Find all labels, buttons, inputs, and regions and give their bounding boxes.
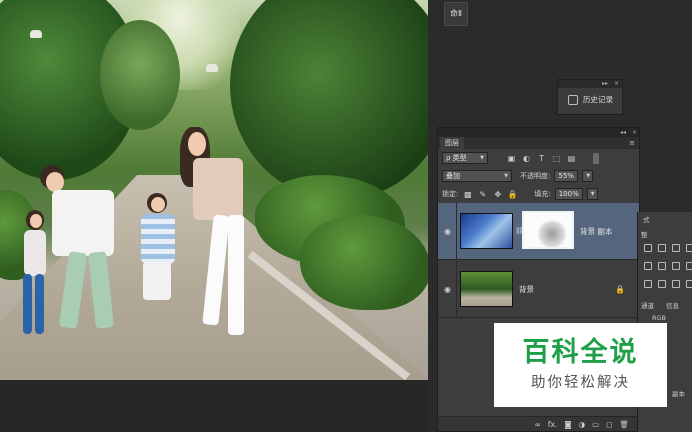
history-panel: ▸▸ × 历史记录 bbox=[557, 79, 623, 115]
hue-icon[interactable] bbox=[658, 262, 666, 270]
history-icon bbox=[568, 94, 578, 105]
tab-styles[interactable]: 式 bbox=[643, 214, 650, 224]
layers-panel-header: ◂◂ × bbox=[438, 128, 639, 137]
layer-name[interactable]: 背景 副本 bbox=[580, 226, 612, 237]
shape-filter-icon[interactable]: ⬚ bbox=[551, 153, 562, 164]
lock-position-icon[interactable]: ✥ bbox=[492, 189, 503, 200]
blend-row: 叠加 ▼ 不透明度: 55% ▼ bbox=[438, 167, 639, 185]
lock-icon: 🔒 bbox=[615, 285, 625, 294]
vibrance-icon[interactable] bbox=[644, 262, 652, 270]
history-label: 历史记录 bbox=[583, 95, 613, 104]
history-panel-header: ▸▸ × bbox=[558, 80, 622, 88]
close-icon[interactable]: × bbox=[614, 80, 619, 88]
layer-row-background[interactable]: ◉ 背景 🔒 bbox=[438, 261, 639, 318]
layers-tab-row: 图层 ≡ bbox=[438, 137, 639, 149]
tab-adjustments[interactable]: 整 bbox=[641, 229, 648, 239]
watermark-logo: 百科全说 助你轻松解决 bbox=[494, 323, 667, 407]
lock-label: 锁定: bbox=[442, 190, 459, 198]
trash-icon[interactable]: 🗑 bbox=[619, 420, 629, 429]
layers-footer: ∞ fx. ◙ ◑ ▭ ◻ 🗑 bbox=[438, 416, 639, 431]
hedge-2 bbox=[300, 215, 428, 310]
color-balance-icon[interactable] bbox=[672, 262, 680, 270]
layer-row-background-copy[interactable]: ◉ ⛓ 背景 副本 bbox=[438, 203, 639, 260]
fill-label: 填充: bbox=[534, 190, 551, 198]
image-filter-icon[interactable]: ▣ bbox=[506, 153, 517, 164]
group-folder-icon[interactable]: ▭ bbox=[592, 420, 599, 429]
levels-icon[interactable] bbox=[658, 244, 666, 252]
threshold-icon[interactable] bbox=[672, 280, 680, 288]
lock-row: 锁定: ▩ ✎ ✥ 🔒 填充: 100% ▼ bbox=[438, 185, 639, 203]
layer-divider bbox=[456, 203, 457, 260]
workspace-bottom bbox=[0, 380, 428, 432]
blend-mode-select[interactable]: 叠加 ▼ bbox=[442, 170, 512, 182]
layer-divider bbox=[456, 261, 457, 318]
fx-icon[interactable]: fx. bbox=[548, 420, 557, 429]
tree-right bbox=[230, 0, 428, 200]
opacity-input[interactable]: 55% bbox=[554, 170, 579, 182]
add-mask-icon[interactable]: ◙ bbox=[564, 420, 571, 429]
layer-thumbnail bbox=[460, 271, 513, 307]
brightness-icon[interactable] bbox=[644, 244, 652, 252]
photoshop-window: 命Ⅱ ▸▸ × 历史记录 ◂◂ × 图层 ≡ ρ 类型 ▼ ▣ ◐ T ⬚ ▤ … bbox=[0, 0, 692, 432]
link-layers-icon[interactable]: ∞ bbox=[535, 420, 541, 429]
opacity-slider-toggle[interactable]: ▼ bbox=[582, 170, 594, 182]
adjustment-filter-icon[interactable]: ◐ bbox=[521, 153, 532, 164]
layer-mask-thumbnail[interactable] bbox=[522, 211, 574, 249]
black-white-icon[interactable] bbox=[686, 262, 692, 270]
gradient-map-icon[interactable] bbox=[686, 280, 692, 288]
blend-mode-value: 叠加 bbox=[446, 172, 460, 180]
curves-icon[interactable] bbox=[672, 244, 680, 252]
filter-kind-label: ρ 类型 bbox=[446, 154, 467, 162]
street-lamp bbox=[206, 64, 218, 72]
layer-name[interactable]: 背景 bbox=[519, 284, 534, 295]
street-lamp-left bbox=[30, 30, 42, 38]
collapse-icon[interactable]: ◂◂ bbox=[620, 128, 626, 137]
tab-channels[interactable]: 通道 bbox=[641, 300, 654, 310]
tab-layers[interactable]: 图层 bbox=[440, 137, 464, 149]
filter-toggle[interactable] bbox=[593, 152, 599, 164]
type-filter-icon[interactable]: T bbox=[536, 153, 547, 164]
collapse-icon[interactable]: ▸▸ bbox=[602, 80, 608, 88]
layer-thumbnail bbox=[460, 213, 513, 249]
smart-object-filter-icon[interactable]: ▤ bbox=[566, 153, 577, 164]
watermark-title: 百科全说 bbox=[522, 337, 639, 368]
tab-info[interactable]: 信息 bbox=[666, 300, 679, 310]
lock-transparent-icon[interactable]: ▩ bbox=[462, 189, 473, 200]
fill-input[interactable]: 100% bbox=[554, 188, 583, 200]
new-layer-icon[interactable]: ◻ bbox=[606, 420, 612, 429]
invert-icon[interactable] bbox=[644, 280, 652, 288]
exposure-icon[interactable] bbox=[686, 244, 692, 252]
collapsed-panel-button[interactable]: 命Ⅱ bbox=[444, 2, 468, 26]
filter-kind-select[interactable]: ρ 类型 ▼ bbox=[442, 152, 488, 164]
watermark-subtitle: 助你轻松解决 bbox=[531, 375, 630, 391]
opacity-label: 不透明度: bbox=[520, 172, 551, 180]
document-canvas[interactable] bbox=[0, 0, 428, 380]
tree-middle bbox=[100, 20, 180, 130]
layer-name-partial: 副本 bbox=[672, 390, 685, 398]
lock-image-icon[interactable]: ✎ bbox=[477, 189, 488, 200]
close-icon[interactable]: × bbox=[632, 128, 637, 137]
adjustment-layer-icon[interactable]: ◑ bbox=[579, 420, 586, 429]
visibility-eye-icon[interactable]: ◉ bbox=[444, 285, 451, 294]
fill-slider-toggle[interactable]: ▼ bbox=[586, 188, 598, 200]
lock-all-icon[interactable]: 🔒 bbox=[507, 189, 518, 200]
visibility-eye-icon[interactable]: ◉ bbox=[444, 227, 451, 236]
filter-row: ρ 类型 ▼ ▣ ◐ T ⬚ ▤ bbox=[438, 149, 639, 167]
panel-menu-icon[interactable]: ≡ bbox=[629, 137, 635, 149]
history-panel-button[interactable]: 历史记录 bbox=[558, 88, 622, 105]
posterize-icon[interactable] bbox=[658, 280, 666, 288]
channel-rgb[interactable]: RGB bbox=[652, 314, 666, 322]
